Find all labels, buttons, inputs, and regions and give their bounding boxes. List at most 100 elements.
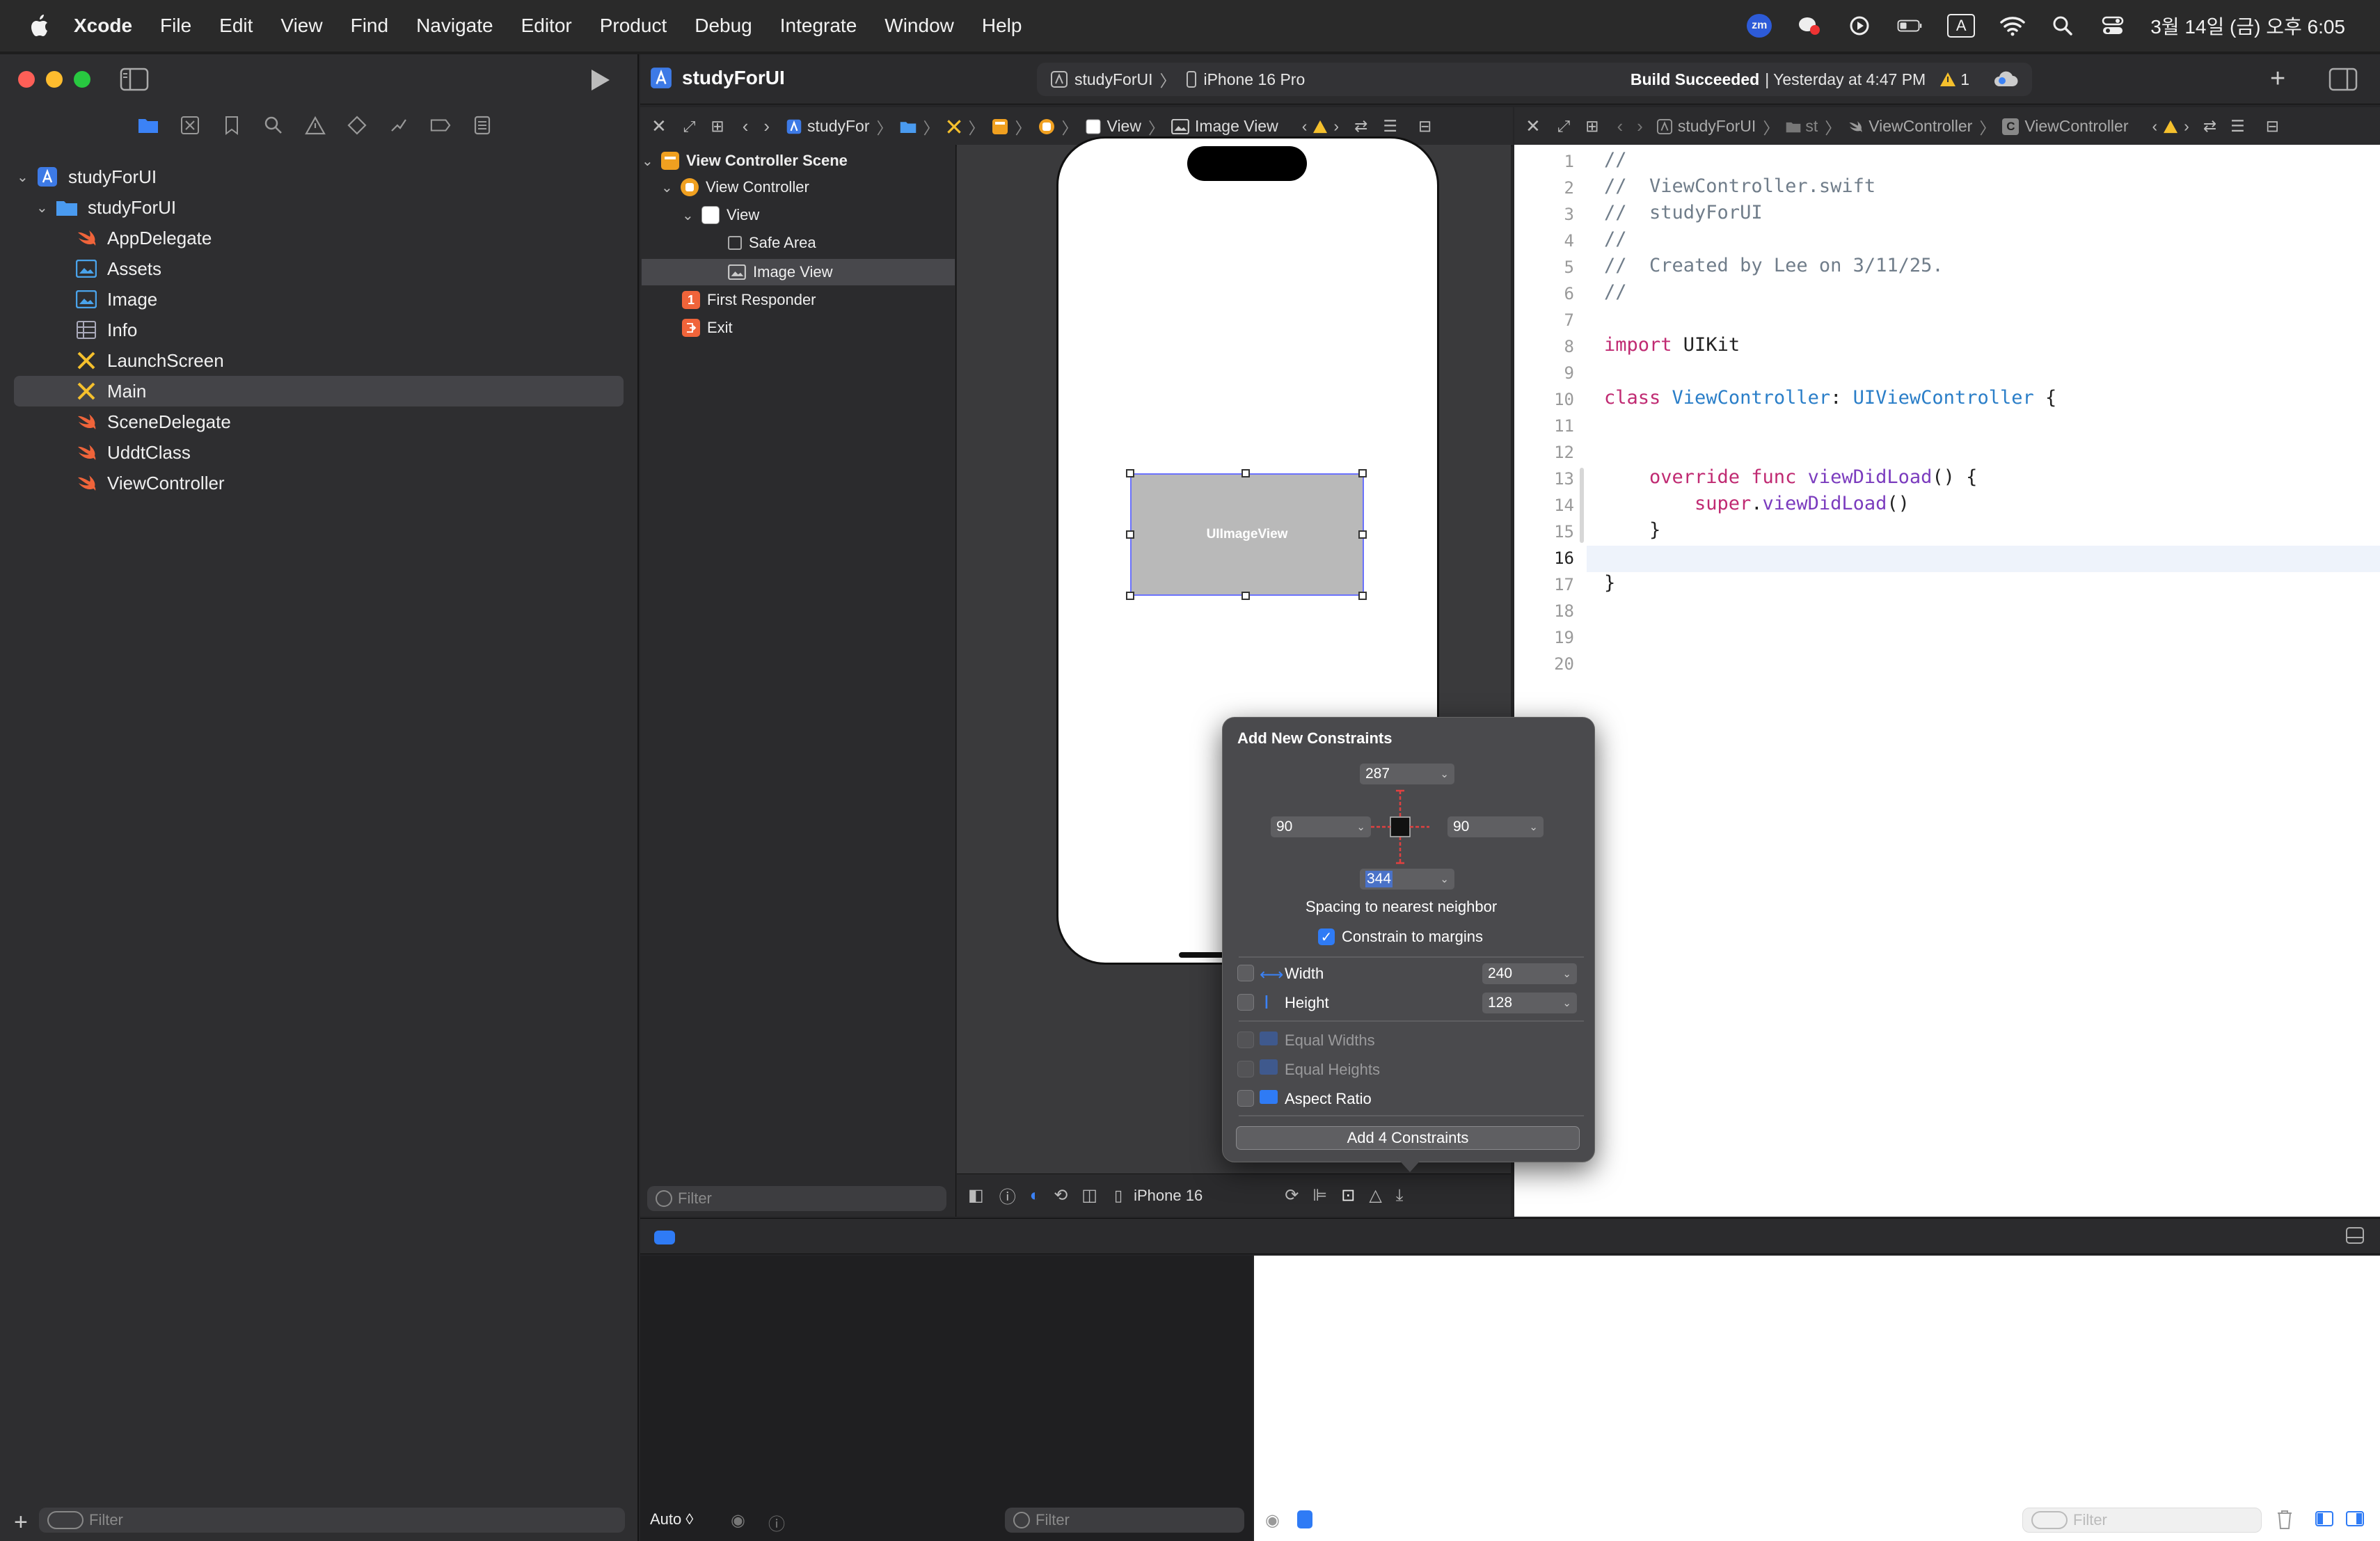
breadcrumb-project[interactable]: studyForUI [1656,117,1756,136]
split-editor-icon[interactable]: ⊟ [1418,117,1431,136]
scheme-selector[interactable]: studyForUI 〉 [1051,68,1175,91]
chevron-down-icon[interactable]: ⌄ [1562,967,1571,980]
variables-scope-popup[interactable]: Auto ◊ [650,1510,693,1528]
chevron-down-icon[interactable]: ⌄ [642,152,661,170]
trash-icon[interactable] [2276,1509,2294,1530]
tree-item-assets[interactable]: Assets [75,253,161,284]
split-editor-icon[interactable]: ⊟ [2266,117,2279,136]
issue-tab-icon[interactable] [305,115,326,136]
equal-heights-checkbox[interactable] [1237,1061,1254,1077]
forward-icon[interactable]: › [763,116,770,137]
resize-handle[interactable] [1126,530,1134,539]
resize-handle[interactable] [1358,469,1367,477]
breakpoint-tab-icon[interactable] [430,115,451,136]
width-checkbox[interactable] [1237,965,1254,981]
equal-widths-checkbox[interactable] [1237,1032,1254,1048]
menu-help[interactable]: Help [982,15,1022,37]
forward-icon[interactable]: › [1637,116,1643,137]
breadcrumb-file[interactable]: ViewController [1848,117,1972,136]
tree-item-uddtclass[interactable]: UddtClass [75,437,191,468]
breadcrumb-class[interactable]: C ViewController [2002,117,2128,136]
variables-view[interactable] [640,1256,1253,1541]
console-filter-field[interactable]: Filter [2022,1508,2262,1533]
resolve-issues-icon[interactable]: △ [1369,1185,1381,1206]
spotlight-icon[interactable] [2050,14,2075,38]
tree-project-row[interactable]: ⌄ studyForUI [17,161,157,192]
device-selector[interactable]: iPhone 16 Pro [1187,70,1305,89]
apple-menu-icon[interactable] [26,12,54,40]
add-constraints-icon[interactable]: ⊡ [1341,1185,1355,1206]
outline-controller-row[interactable]: ⌄ View Controller [661,174,809,200]
uiimageview-element[interactable]: UIImageView [1130,473,1364,596]
outline-toggle-icon[interactable]: ◧ [968,1185,984,1206]
chevron-down-icon[interactable]: ⌄ [17,168,36,186]
tree-group-row[interactable]: ⌄ studyForUI [36,192,176,223]
outline-safe-area-row[interactable]: Safe Area [728,230,816,256]
zoom-window-button[interactable] [74,71,90,88]
menu-product[interactable]: Product [600,15,667,37]
source-editor[interactable] [1514,145,2380,1217]
top-spacing-field[interactable]: 287 ⌄ [1360,764,1454,784]
storyboard-icon[interactable] [946,119,962,134]
zoom-icon[interactable]: zm [1747,14,1772,38]
navigator-filter-field[interactable]: Filter [39,1508,625,1533]
height-field[interactable]: 128 ⌄ [1482,993,1577,1013]
eye-icon[interactable]: ◉ [1265,1510,1280,1531]
resize-handle[interactable] [1126,469,1134,477]
tree-item-scenedelegate[interactable]: SceneDelegate [75,406,231,437]
tree-item-viewcontroller[interactable]: ViewController [75,468,225,498]
chevron-down-icon[interactable]: ⌄ [1356,821,1365,833]
console-view[interactable] [1254,1256,2380,1541]
update-frames-icon[interactable]: ⟳ [1285,1185,1299,1206]
chevron-down-icon[interactable]: ⌄ [36,199,56,216]
resize-handle[interactable] [1241,469,1250,477]
chevron-down-icon[interactable]: ⌄ [1440,768,1449,780]
add-file-icon[interactable]: + [14,1509,28,1536]
right-spacing-field[interactable]: 90 ⌄ [1447,816,1544,837]
breadcrumb-folder[interactable]: st [1786,117,1818,136]
minimize-window-button[interactable] [46,71,63,88]
inspector-toggle-icon[interactable] [2329,68,2358,91]
variables-filter-field[interactable]: Filter [1005,1508,1244,1533]
menu-navigate[interactable]: Navigate [416,15,493,37]
bookmark-tab-icon[interactable] [221,115,242,136]
add-constraints-button[interactable]: Add 4 Constraints [1236,1126,1580,1150]
outline-scene-row[interactable]: ⌄ View Controller Scene [642,148,848,174]
iphone-icon[interactable]: ▯ [1114,1187,1122,1205]
constrain-margins-checkbox[interactable]: ✓ [1318,928,1335,945]
resize-handle[interactable] [1126,592,1134,600]
accessibility-icon[interactable]: ⓘ [999,1183,1016,1208]
close-editor-icon[interactable]: ✕ [1525,116,1541,137]
align-icon[interactable]: ⊫ [1312,1185,1327,1206]
tree-item-main[interactable]: Main [75,376,146,406]
find-tab-icon[interactable] [263,115,284,136]
battery-icon[interactable] [1897,14,1922,38]
related-items-icon[interactable]: ⊞ [711,117,724,136]
tree-item-image[interactable]: Image [75,284,157,315]
add-library-icon[interactable]: + [2270,64,2285,94]
menu-edit[interactable]: Edit [219,15,253,37]
expand-icon[interactable]: ⤢ [683,118,696,136]
outline-first-responder-row[interactable]: 1 First Responder [682,287,816,313]
menu-editor[interactable]: Editor [521,15,572,37]
wechat-icon[interactable] [1797,14,1822,38]
tree-item-info[interactable]: Info [75,315,137,345]
sidebar-toggle-icon[interactable] [120,68,149,91]
input-source-icon[interactable]: A [1947,14,1976,38]
menu-debug[interactable]: Debug [695,15,752,37]
debug-tab-icon[interactable] [388,115,409,136]
breadcrumb-image-view[interactable]: Image View [1171,117,1278,136]
wifi-icon[interactable] [2000,14,2025,38]
chevron-down-icon[interactable]: ⌄ [1529,821,1538,833]
control-center-icon[interactable] [2100,14,2125,38]
scene-icon[interactable] [992,118,1008,135]
height-checkbox[interactable] [1237,994,1254,1011]
back-icon[interactable]: ‹ [1617,116,1623,137]
back-icon[interactable]: ‹ [743,116,749,137]
constrain-margins-option[interactable]: ✓ Constrain to margins [1318,928,1483,946]
console-toggle-icon[interactable] [1297,1510,1312,1528]
tree-item-appdelegate[interactable]: AppDelegate [75,223,212,253]
outline-filter-field[interactable]: Filter [647,1186,946,1211]
menu-xcode[interactable]: Xcode [74,15,132,37]
expand-icon[interactable]: ⤢ [1557,117,1570,136]
